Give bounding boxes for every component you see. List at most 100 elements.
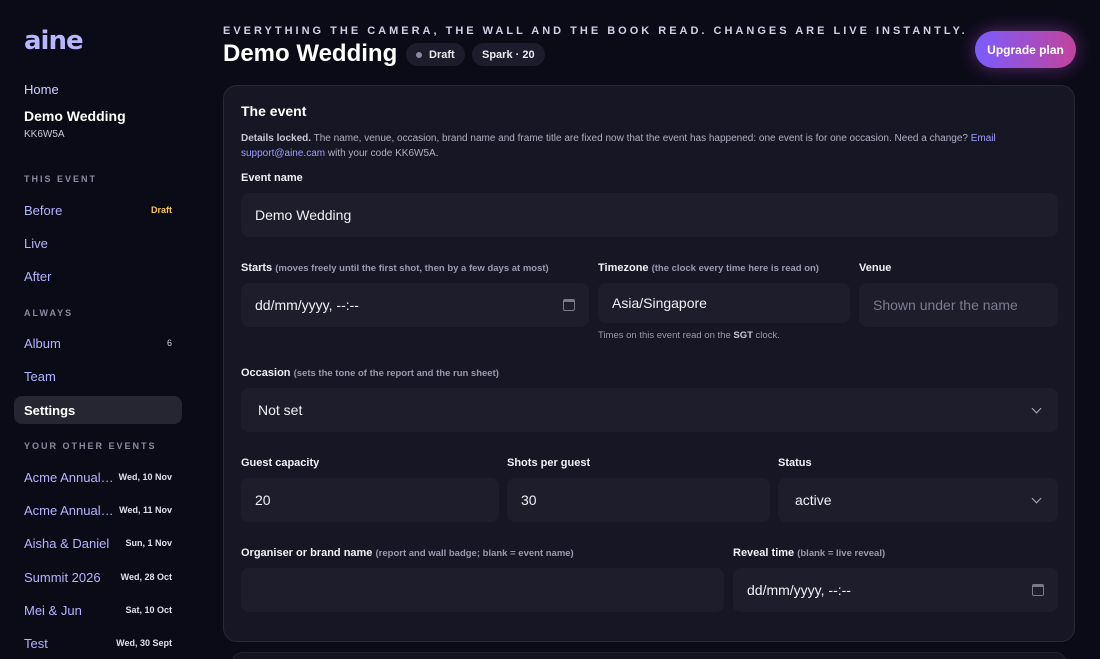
guest-capacity-value: 20	[255, 492, 271, 508]
page-title: Demo Wedding	[223, 40, 398, 67]
timezone-help: Times on this event read on the SGT cloc…	[598, 330, 780, 341]
section-label-always: ALWAYS	[24, 308, 74, 318]
timezone-label-text: Timezone	[598, 262, 649, 274]
venue-label: Venue	[859, 262, 892, 274]
status-value: active	[795, 492, 832, 508]
venue-field[interactable]: Shown under the name	[859, 283, 1058, 327]
organiser-label: Organiser or brand name (report and wall…	[241, 547, 574, 559]
status-label: Status	[778, 457, 812, 469]
timezone-field[interactable]: Asia/Singapore	[598, 283, 850, 323]
occasion-label-text: Occasion	[241, 367, 291, 379]
other-event-name: Mei & Jun	[24, 602, 82, 618]
other-event-item[interactable]: Acme Annual Summit Wed, 11 Nov	[14, 496, 182, 524]
starts-label: Starts (moves freely until the first sho…	[241, 262, 549, 274]
event-name-label: Event name	[241, 172, 303, 184]
nav-before-label: Before	[24, 202, 63, 218]
nav-settings[interactable]: Settings	[14, 396, 182, 424]
event-settings-card: The event Details locked. The name, venu…	[223, 85, 1075, 642]
nav-live-label: Live	[24, 235, 48, 251]
timezone-label: Timezone (the clock every time here is r…	[598, 262, 819, 274]
sidebar: aine Home Demo Wedding KK6W5A THIS EVENT…	[0, 0, 196, 659]
timezone-help-pre: Times on this event read on the	[598, 330, 734, 341]
other-event-name: Summit 2026	[24, 569, 101, 585]
status-pill-label: Draft	[429, 48, 455, 61]
starts-datetime-field[interactable]: dd/mm/yyyy, --:--	[241, 283, 589, 327]
status-dot-icon	[416, 51, 422, 58]
nav-after[interactable]: After	[14, 262, 182, 290]
details-locked-notice: Details locked. The name, venue, occasio…	[241, 131, 1031, 161]
other-event-date: Wed, 30 Sept	[116, 638, 172, 648]
status-select[interactable]: active	[778, 478, 1058, 522]
current-event-title: Demo Wedding	[24, 108, 126, 124]
other-event-item[interactable]: Mei & Jun Sat, 10 Oct	[14, 596, 182, 624]
reveal-label-text: Reveal time	[733, 547, 795, 559]
guest-capacity-label: Guest capacity	[241, 457, 320, 469]
reveal-hint: (blank = live reveal)	[797, 548, 886, 559]
plan-pill-label: Spark · 20	[482, 48, 535, 61]
reveal-time-label: Reveal time (blank = live reveal)	[733, 547, 885, 559]
next-card-edge	[231, 652, 1067, 659]
notice-tail: with your code KK6W5A.	[325, 148, 439, 159]
nav-team[interactable]: Team	[14, 362, 182, 390]
section-label-other-events: YOUR OTHER EVENTS	[24, 441, 157, 451]
shots-per-guest-field[interactable]: 30	[507, 478, 770, 522]
venue-placeholder: Shown under the name	[873, 297, 1018, 313]
calendar-icon[interactable]	[1032, 584, 1044, 596]
other-event-date: Sun, 1 Nov	[125, 538, 172, 548]
nav-before[interactable]: Before Draft	[14, 196, 182, 224]
upgrade-plan-button[interactable]: Upgrade plan	[975, 31, 1076, 68]
occasion-label: Occasion (sets the tone of the report an…	[241, 367, 499, 379]
other-event-name: Acme Annual Summit	[24, 502, 114, 518]
shots-per-guest-value: 30	[521, 492, 537, 508]
notice-text: The name, venue, occasion, brand name an…	[311, 133, 971, 144]
notice-bold: Details locked.	[241, 133, 312, 144]
current-event-code: KK6W5A	[24, 129, 65, 140]
guest-capacity-field[interactable]: 20	[241, 478, 499, 522]
event-name-value: Demo Wedding	[255, 207, 352, 223]
starts-value: dd/mm/yyyy, --:--	[255, 297, 359, 313]
chevron-down-icon	[1031, 403, 1042, 413]
organiser-label-text: Organiser or brand name	[241, 547, 373, 559]
chevron-down-icon	[1031, 493, 1042, 503]
starts-hint: (moves freely until the first shot, then…	[275, 263, 549, 274]
occasion-hint: (sets the tone of the report and the run…	[293, 368, 499, 379]
timezone-value: Asia/Singapore	[612, 295, 707, 311]
other-event-name: Test	[24, 635, 48, 651]
logo[interactable]: aine	[24, 26, 84, 56]
calendar-icon[interactable]	[563, 299, 575, 311]
starts-label-text: Starts	[241, 262, 273, 274]
reveal-time-value: dd/mm/yyyy, --:--	[747, 582, 851, 598]
status-pill: Draft	[406, 43, 465, 66]
nav-settings-label: Settings	[24, 402, 76, 418]
nav-live[interactable]: Live	[14, 229, 182, 257]
timezone-code: SGT	[733, 330, 753, 341]
page-tagline: EVERYTHING THE CAMERA, THE WALL AND THE …	[223, 25, 968, 37]
organiser-hint: (report and wall badge; blank = event na…	[375, 548, 574, 559]
timezone-help-post: clock.	[752, 330, 780, 341]
nav-team-label: Team	[24, 368, 56, 384]
other-event-date: Wed, 28 Oct	[120, 572, 172, 582]
other-event-item[interactable]: Acme Annual Summit Wed, 10 Nov	[14, 463, 182, 491]
organiser-field[interactable]	[241, 568, 724, 612]
occasion-value: Not set	[258, 402, 303, 418]
nav-home[interactable]: Home	[24, 82, 59, 97]
reveal-time-field[interactable]: dd/mm/yyyy, --:--	[733, 568, 1058, 612]
other-event-name: Aisha & Daniel	[24, 535, 110, 551]
other-event-item[interactable]: Summit 2026 Wed, 28 Oct	[14, 563, 182, 591]
draft-badge: Draft	[150, 205, 172, 215]
other-event-name: Acme Annual Summit	[24, 469, 114, 485]
section-label-this-event: THIS EVENT	[24, 174, 98, 184]
other-event-item[interactable]: Aisha & Daniel Sun, 1 Nov	[14, 529, 182, 557]
nav-album[interactable]: Album 6	[14, 329, 182, 357]
shots-per-guest-label: Shots per guest	[507, 457, 591, 469]
album-count: 6	[166, 338, 172, 348]
card-title: The event	[241, 103, 307, 119]
other-event-item[interactable]: Test Wed, 30 Sept	[14, 629, 182, 657]
other-event-date: Wed, 10 Nov	[118, 472, 172, 482]
timezone-hint: (the clock every time here is read on)	[651, 263, 819, 274]
other-event-date: Sat, 10 Oct	[125, 605, 172, 615]
nav-after-label: After	[24, 268, 52, 284]
occasion-select[interactable]: Not set	[241, 388, 1058, 432]
plan-pill: Spark · 20	[472, 43, 545, 66]
event-name-field[interactable]: Demo Wedding	[241, 193, 1058, 237]
